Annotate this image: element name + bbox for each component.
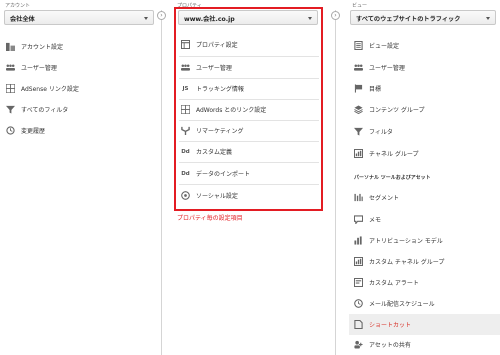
view-item-label: セグメント	[369, 195, 400, 202]
view-item-label: カスタム アラート	[369, 280, 419, 287]
view-item-label: アトリビューション モデル	[369, 238, 443, 245]
account-item-history[interactable]: 変更履歴	[6, 120, 45, 141]
users-icon	[6, 63, 15, 72]
view-item-users[interactable]: ユーザー管理	[354, 57, 405, 78]
personal-tools-heading: パーソナル ツールおよびアセット	[354, 175, 431, 181]
view-item-label: チャネル グループ	[369, 151, 419, 158]
account-item-filters[interactable]: すべてのフィルタ	[6, 99, 68, 120]
view-item-segments[interactable]: セグメント	[354, 187, 399, 208]
view-select-value: すべてのウェブサイトのトラフィック	[356, 16, 461, 23]
view-item-settings[interactable]: ビュー設定	[354, 35, 399, 56]
channel-icon	[354, 257, 363, 266]
view-item-label: アセットの共有	[369, 342, 411, 349]
view-item-memo[interactable]: メモ	[354, 209, 381, 230]
view-item-label: ショートカット	[369, 322, 412, 329]
view-item-email-schedule[interactable]: メール配信スケジュール	[354, 293, 435, 314]
users-icon	[354, 63, 363, 72]
history-icon	[6, 126, 15, 135]
document-icon	[354, 41, 363, 50]
account-item-users[interactable]: ユーザー管理	[6, 57, 57, 78]
chevron-down-icon	[486, 17, 490, 20]
account-item-label: すべてのフィルタ	[21, 107, 69, 114]
bars-icon	[354, 236, 363, 245]
view-item-label: メール配信スケジュール	[369, 301, 435, 308]
view-item-custom-alerts[interactable]: カスタム アラート	[354, 272, 419, 293]
flag-icon	[354, 84, 363, 93]
view-item-label: ビュー設定	[369, 43, 400, 50]
memo-icon	[354, 215, 363, 224]
view-item-channel-groups[interactable]: チャネル グループ	[354, 143, 419, 164]
view-label: ビュー	[352, 3, 368, 9]
view-item-label: フィルタ	[369, 129, 393, 136]
filter-icon	[6, 105, 15, 114]
view-item-label: ユーザー管理	[369, 65, 405, 72]
clock-icon	[354, 299, 363, 308]
shortcut-icon	[354, 320, 363, 329]
share-icon	[354, 340, 363, 349]
account-item-label: 変更履歴	[21, 128, 46, 135]
view-item-asset-sharing[interactable]: アセットの共有	[354, 334, 411, 355]
segment-icon	[354, 193, 363, 202]
account-item-label: ユーザー管理	[21, 65, 57, 72]
view-item-label: カスタム チャネル グループ	[369, 259, 445, 266]
view-item-content-groups[interactable]: コンテンツ グループ	[354, 99, 425, 120]
account-label: アカウント	[5, 3, 31, 9]
property-highlight-box	[174, 7, 323, 211]
filter-icon	[354, 127, 363, 136]
account-item-settings[interactable]: アカウント設定	[6, 36, 63, 57]
view-item-shortcuts[interactable]: ショートカット	[354, 314, 411, 335]
view-item-goals[interactable]: 目標	[354, 78, 381, 99]
arrow-right-icon: ›	[157, 11, 166, 20]
view-select[interactable]: すべてのウェブサイトのトラフィック	[350, 10, 496, 25]
view-item-custom-channel[interactable]: カスタム チャネル グループ	[354, 251, 444, 272]
account-item-label: AdSense リンク設定	[21, 86, 79, 93]
building-icon	[6, 42, 15, 51]
stack-icon	[354, 105, 363, 114]
account-select[interactable]: 会社全体	[4, 10, 154, 25]
view-item-label: コンテンツ グループ	[369, 107, 425, 114]
alert-icon	[354, 278, 363, 287]
arrow-right-icon: ›	[331, 11, 340, 20]
column-divider	[161, 10, 162, 355]
account-item-adsense[interactable]: AdSense リンク設定	[6, 78, 79, 99]
property-highlight-caption: プロパティ毎の設定項目	[177, 215, 243, 222]
account-select-value: 会社全体	[10, 16, 35, 23]
view-item-label: 目標	[369, 86, 382, 93]
channel-icon	[354, 149, 363, 158]
account-item-label: アカウント設定	[21, 44, 64, 51]
column-divider	[335, 10, 336, 355]
grid-icon	[6, 84, 15, 93]
view-item-attribution[interactable]: アトリビューション モデル	[354, 230, 443, 251]
view-item-filters[interactable]: フィルタ	[354, 121, 393, 142]
chevron-down-icon	[144, 17, 148, 20]
view-item-label: メモ	[369, 217, 382, 224]
